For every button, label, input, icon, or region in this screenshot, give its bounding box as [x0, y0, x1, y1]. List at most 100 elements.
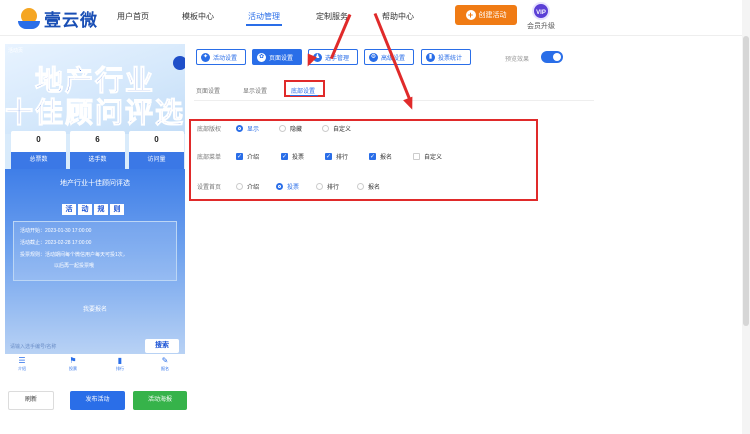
checkbox-icon: ✓	[236, 153, 243, 160]
radio-home-signup[interactable]: 报名	[357, 182, 380, 191]
bar-chart-icon: ▮	[426, 52, 435, 62]
subtab-active-underline	[290, 95, 318, 96]
radio-icon	[236, 183, 243, 190]
check-menu-signup[interactable]: ✓ 报名	[369, 152, 392, 161]
gear-icon: ⚙	[369, 52, 378, 62]
tab-label: 排行	[116, 366, 124, 371]
option-label: 报名	[368, 185, 381, 191]
option-label: 排行	[336, 155, 349, 161]
create-activity-button[interactable]: + 创建活动	[455, 5, 517, 25]
publish-activity-button[interactable]: 发布活动	[70, 391, 125, 410]
tab-label: 投票统计	[438, 55, 463, 62]
plus-icon: +	[465, 10, 476, 20]
rules-char: 规	[94, 204, 108, 215]
radio-copyright-hide[interactable]: 隐藏	[279, 124, 302, 133]
radio-icon	[316, 183, 323, 190]
hero-small-label: 活动页	[8, 48, 24, 54]
search-input[interactable]: 请输入选手编号/名称	[10, 343, 56, 350]
nav-help-center[interactable]: 帮助中心	[382, 11, 414, 22]
check-menu-ranking[interactable]: ✓ 排行	[325, 152, 348, 161]
tab-label: 报名	[161, 366, 169, 371]
nav-active-underline	[246, 24, 282, 26]
preview-stats: 0 总票数 6 选手数 0 访问量	[11, 131, 185, 169]
tab-vote-statistics[interactable]: ▮ 投票统计	[421, 49, 471, 65]
preview-toggle-label: 预览效果	[505, 57, 530, 63]
stat-value: 0	[154, 135, 159, 144]
stat-candidates: 6 选手数	[70, 131, 125, 169]
tab-intro[interactable]: ☰ 介绍	[7, 356, 37, 372]
activity-poster-button[interactable]: 活动海报	[133, 391, 187, 410]
check-menu-intro[interactable]: ✓ 介绍	[236, 152, 259, 161]
tab-label: 投票	[69, 366, 77, 371]
bar-chart-icon: ▮	[117, 356, 123, 365]
mobile-preview: 活动页 地产行业 十佳顾问评选 0 总票数 6 选手数 0 访问量 地产行业十佳…	[5, 44, 185, 376]
rule-end-time: 活动截止：2023-02-28 17:00:00	[20, 240, 92, 246]
search-button[interactable]: 搜索	[145, 339, 179, 353]
option-label: 自定义	[333, 127, 352, 133]
stat-value: 0	[36, 135, 41, 144]
option-label: 介绍	[247, 155, 260, 161]
tab-label: 页面设置	[269, 55, 294, 62]
radio-copyright-show[interactable]: 显示	[236, 124, 259, 133]
settings-icon: ✦	[201, 52, 210, 62]
rules-char: 则	[110, 204, 124, 215]
check-menu-custom[interactable]: 自定义	[413, 152, 442, 161]
vip-upgrade[interactable]: VIP 会员升级	[524, 2, 558, 31]
option-label: 投票	[287, 185, 300, 191]
radio-home-ranking[interactable]: 排行	[316, 182, 339, 191]
checkbox-icon: ✓	[325, 153, 332, 160]
tab-activity-settings[interactable]: ✦ 活动设置	[196, 49, 246, 65]
preview-hero-banner: 活动页 地产行业 十佳顾问评选	[5, 44, 185, 134]
option-label: 介绍	[247, 185, 260, 191]
stat-total-votes: 0 总票数	[11, 131, 66, 169]
nav-template-center[interactable]: 模板中心	[182, 11, 214, 22]
preview-toggle[interactable]	[541, 51, 563, 63]
annotation-arrow-head	[403, 96, 417, 112]
subtab-divider	[194, 100, 594, 101]
option-label: 自定义	[424, 155, 443, 161]
logo[interactable]: 壹云微	[18, 6, 98, 31]
tab-signup[interactable]: ✎ 报名	[150, 356, 180, 372]
option-label: 排行	[327, 185, 340, 191]
radio-icon	[236, 125, 243, 132]
tab-page-settings[interactable]: ✿ 页面设置	[252, 49, 302, 65]
tab-label: 选手管理	[325, 55, 350, 62]
footer-menu-label: 底部菜单	[197, 155, 222, 161]
nav-user-home[interactable]: 用户首页	[117, 11, 149, 22]
checkbox-icon	[413, 153, 420, 160]
tab-vote[interactable]: ⚑ 投票	[58, 356, 88, 372]
flower-icon: ✿	[257, 52, 266, 62]
check-menu-vote[interactable]: ✓ 投票	[281, 152, 304, 161]
scrollbar-thumb[interactable]	[743, 36, 749, 326]
stat-label: 总票数	[11, 152, 66, 169]
rules-char: 动	[78, 204, 92, 215]
rules-char: 活	[62, 204, 76, 215]
subtab-page-settings[interactable]: 页面设置	[196, 86, 220, 95]
radio-icon	[276, 183, 283, 190]
logo-text: 壹云微	[44, 11, 98, 30]
flag-icon: ⚑	[69, 356, 77, 365]
radio-home-vote[interactable]: 投票	[276, 182, 299, 191]
rule-vote-rule-tail: 以后再一起投票哦	[54, 263, 95, 269]
radio-icon	[357, 183, 364, 190]
radio-copyright-custom[interactable]: 自定义	[322, 124, 351, 133]
annotation-arrow-head	[303, 53, 317, 69]
checkbox-icon: ✓	[281, 153, 288, 160]
subtab-display-settings[interactable]: 显示设置	[243, 86, 267, 95]
vip-badge-icon: VIP	[532, 2, 550, 20]
toggle-knob	[553, 53, 561, 61]
radio-icon	[279, 125, 286, 132]
rule-vote-rule: 投票规则：活动期间每个微信用户每天可投1次，	[20, 252, 128, 258]
enroll-link[interactable]: 我要报名	[67, 304, 123, 314]
stat-label: 访问量	[129, 152, 184, 169]
stat-visits: 0 访问量	[129, 131, 184, 169]
nav-activity-management[interactable]: 活动管理	[248, 11, 280, 22]
list-icon: ☰	[18, 356, 26, 365]
rules-heading: 活 动 规 则	[62, 204, 124, 215]
refresh-button[interactable]: 刷新	[8, 391, 54, 410]
radio-home-intro[interactable]: 介绍	[236, 182, 259, 191]
preview-activity-title: 地产行业十佳顾问评选	[60, 180, 130, 187]
option-label: 投票	[292, 155, 305, 161]
tab-ranking[interactable]: ▮ 排行	[105, 356, 135, 372]
nav-custom-service[interactable]: 定制服务	[316, 11, 348, 22]
